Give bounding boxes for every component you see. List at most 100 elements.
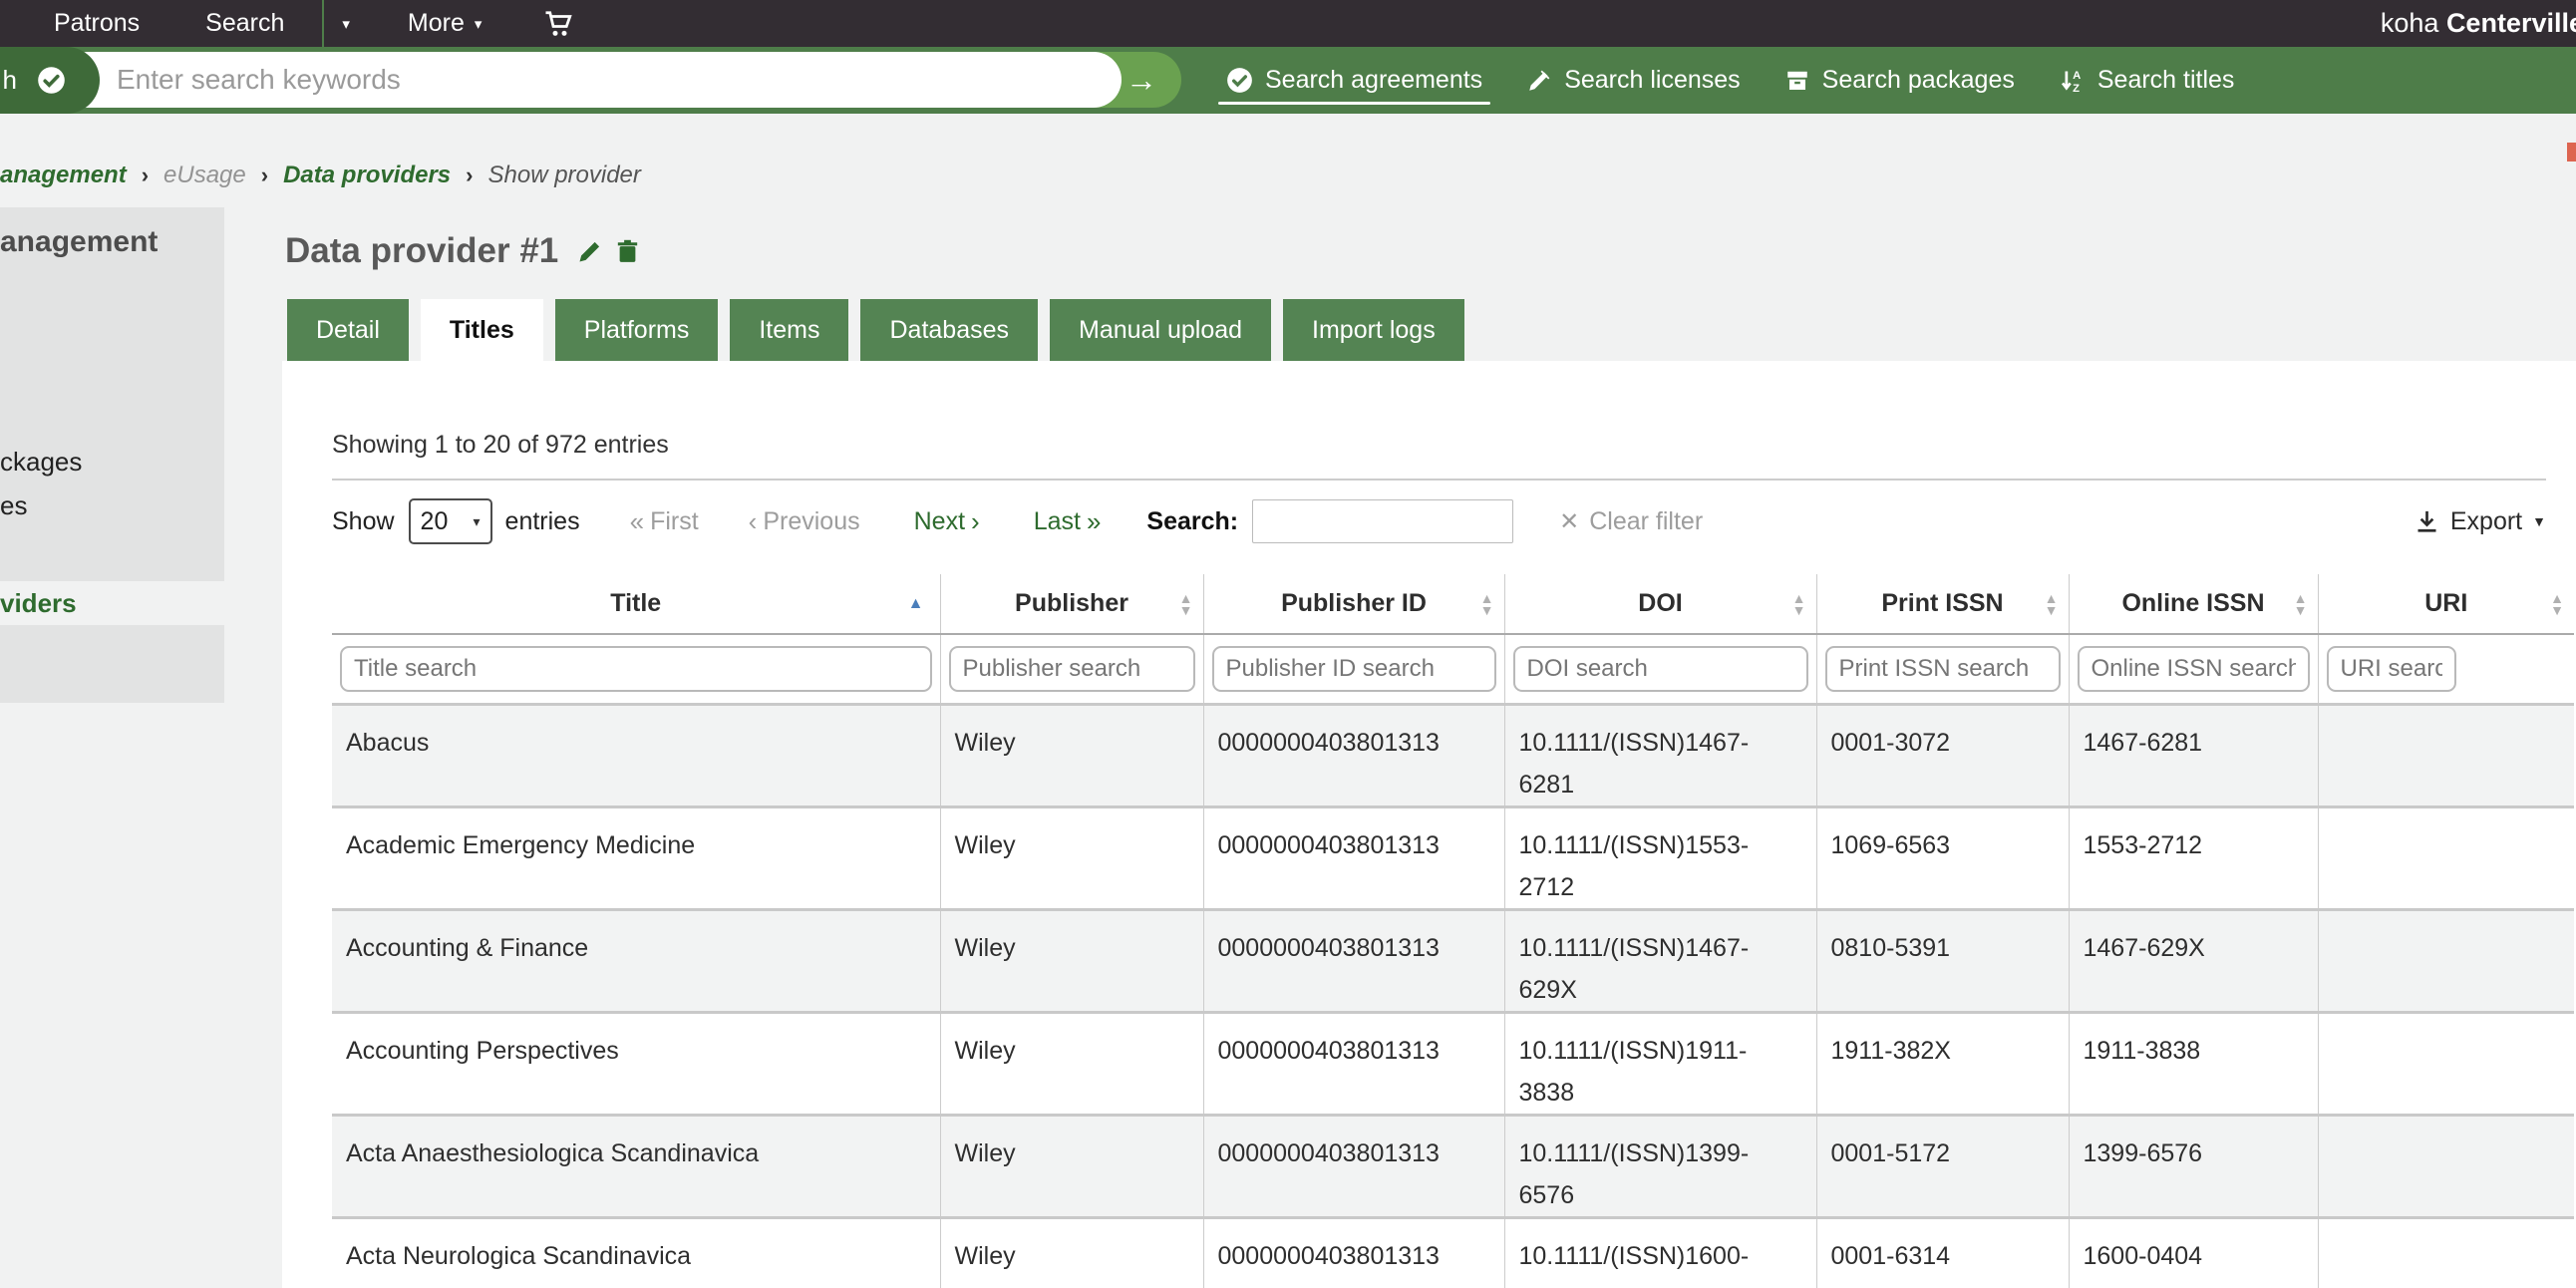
column-header-print-issn[interactable]: Print ISSN ▲ ▼ bbox=[1816, 574, 2070, 635]
tab-platforms[interactable]: Platforms bbox=[554, 299, 719, 361]
cell-publisher: Wiley bbox=[940, 1010, 1204, 1115]
cell-publisher-id: 0000000403801313 bbox=[1203, 1010, 1505, 1115]
sidebar-item-titles[interactable]: es bbox=[0, 490, 27, 521]
topbar-divider bbox=[322, 0, 325, 47]
provider-tabs: Detail Titles Platforms Items Databases … bbox=[287, 299, 1464, 361]
search-keywords-input[interactable] bbox=[60, 52, 1122, 108]
column-header-publisher[interactable]: Publisher ▲ ▼ bbox=[940, 574, 1204, 635]
show-label: Show bbox=[332, 506, 395, 535]
publisher-id-filter-input[interactable] bbox=[1211, 645, 1496, 692]
pager-last-button[interactable]: Last » bbox=[1034, 506, 1102, 537]
titles-table: Title ▲ Publisher ▲ ▼ Publisher ID ▲ ▼ DOI… bbox=[332, 574, 2574, 1288]
caret-down-icon: ▼ bbox=[2532, 513, 2546, 529]
pager-next-button[interactable]: Next › bbox=[914, 506, 980, 537]
mode-label: Search titles bbox=[2096, 66, 2235, 94]
cell-online-issn: 1553-2712 bbox=[2069, 805, 2319, 909]
breadcrumb-item-management[interactable]: anagement bbox=[0, 161, 127, 189]
table-controls: Show 20 ▾ entries « First ‹ Previous Nex… bbox=[332, 496, 2546, 546]
export-button[interactable]: Export ▼ bbox=[2414, 507, 2546, 536]
pager-first-button[interactable]: « First bbox=[630, 506, 699, 537]
tab-import-logs[interactable]: Import logs bbox=[1283, 299, 1464, 361]
column-header-uri[interactable]: URI ▲ ▼ bbox=[2318, 574, 2574, 635]
table-row: Abacus Wiley 0000000403801313 10.1111/(ISSN… bbox=[332, 702, 2574, 806]
table-row: Acta Anaesthesiologica Scandinavica Wiley… bbox=[332, 1113, 2574, 1217]
cell-title: Abacus bbox=[332, 702, 941, 806]
tab-titles[interactable]: Titles bbox=[420, 299, 543, 361]
download-icon bbox=[2417, 510, 2436, 532]
title-filter-input[interactable] bbox=[340, 645, 932, 692]
page-title: Data provider #1 bbox=[285, 231, 559, 270]
search-mode-switcher: Search agreements Search licenses Search… bbox=[1217, 47, 2235, 114]
sidebar-item-packages[interactable]: ckages bbox=[0, 447, 82, 478]
cell-uri bbox=[2318, 907, 2574, 1012]
edit-pencil-icon[interactable] bbox=[576, 237, 604, 265]
print-issn-filter-input[interactable] bbox=[1824, 645, 2061, 692]
cell-publisher-id: 0000000403801313 bbox=[1203, 1215, 1505, 1288]
divider bbox=[332, 479, 2546, 481]
topbar-item-patrons[interactable]: Patrons bbox=[54, 9, 140, 38]
cart-icon[interactable] bbox=[543, 9, 573, 39]
clear-x-icon: ✕ bbox=[1559, 507, 1580, 535]
cell-title: Accounting Perspectives bbox=[332, 1010, 941, 1115]
uri-filter-input[interactable] bbox=[2326, 645, 2456, 692]
search-mode-licenses[interactable]: Search licenses bbox=[1526, 47, 1741, 114]
cell-uri bbox=[2318, 805, 2574, 909]
clear-filter-button[interactable]: ✕ Clear filter bbox=[1559, 507, 1703, 536]
topbar-item-more[interactable]: More ▾ bbox=[408, 9, 483, 38]
column-header-online-issn[interactable]: Online ISSN ▲ ▼ bbox=[2069, 574, 2319, 635]
arrow-right-icon: → bbox=[1126, 61, 1157, 98]
topbar-item-search[interactable]: Search bbox=[205, 9, 284, 38]
sidebar-item-data-providers[interactable]: viders bbox=[0, 588, 77, 619]
sidebar-heading[interactable]: anagement bbox=[0, 225, 158, 259]
online-issn-filter-input[interactable] bbox=[2077, 645, 2310, 692]
cell-doi: 10.1111/(ISSN)1600-0404 bbox=[1504, 1215, 1817, 1288]
check-circle-icon bbox=[38, 67, 65, 94]
column-header-doi[interactable]: DOI ▲ ▼ bbox=[1504, 574, 1817, 635]
table-search-input[interactable] bbox=[1252, 499, 1514, 543]
cell-online-issn: 1911-3838 bbox=[2069, 1010, 2319, 1115]
publisher-filter-input[interactable] bbox=[948, 645, 1195, 692]
content-card: Showing 1 to 20 of 972 entries Show 20 ▾… bbox=[282, 361, 2576, 1288]
delete-trash-icon[interactable] bbox=[614, 238, 641, 265]
column-label: URI bbox=[2424, 589, 2468, 617]
column-label: Online ISSN bbox=[2121, 589, 2265, 617]
tab-items[interactable]: Items bbox=[730, 299, 849, 361]
svg-text:Z: Z bbox=[2073, 83, 2080, 94]
column-header-publisher-id[interactable]: Publisher ID ▲ ▼ bbox=[1203, 574, 1505, 635]
search-mode-packages[interactable]: Search packages bbox=[1784, 47, 2015, 114]
cell-publisher-id: 0000000403801313 bbox=[1203, 702, 1505, 806]
table-row: Accounting & Finance Wiley 000000040380131… bbox=[332, 907, 2574, 1012]
cell-doi: 10.1111/(ISSN)1553-2712 bbox=[1504, 805, 1817, 909]
chevron-left-icon: ‹ bbox=[748, 505, 758, 536]
column-header-title[interactable]: Title ▲ bbox=[332, 574, 941, 635]
table-row: Accounting Perspectives Wiley 000000040380… bbox=[332, 1010, 2574, 1115]
cell-doi: 10.1111/(ISSN)1467-629X bbox=[1504, 907, 1817, 1012]
tab-databases[interactable]: Databases bbox=[860, 299, 1039, 361]
brand-regular: koha bbox=[2380, 8, 2439, 38]
table-filter-row bbox=[332, 634, 2574, 704]
sort-both-icon: ▲ ▼ bbox=[2550, 589, 2564, 618]
column-label: Publisher bbox=[1015, 589, 1128, 617]
active-search-type-pill[interactable]: h bbox=[0, 47, 100, 114]
breadcrumb-item-data-providers[interactable]: Data providers bbox=[283, 161, 451, 189]
cell-publisher: Wiley bbox=[940, 907, 1204, 1012]
search-dropdown-caret-icon[interactable]: ▾ bbox=[342, 15, 350, 33]
cell-publisher: Wiley bbox=[940, 1113, 1204, 1217]
search-mode-agreements[interactable]: Search agreements bbox=[1217, 47, 1491, 114]
pager-label: Previous bbox=[763, 506, 860, 535]
page-size-select[interactable]: 20 ▾ bbox=[408, 498, 492, 544]
sidebar-menu-block bbox=[0, 625, 224, 703]
cell-title: Acta Anaesthesiologica Scandinavica bbox=[332, 1113, 941, 1217]
table-row: Academic Emergency Medicine Wiley 00000004… bbox=[332, 805, 2574, 909]
tab-detail[interactable]: Detail bbox=[287, 299, 409, 361]
doi-filter-input[interactable] bbox=[1512, 645, 1808, 692]
breadcrumb: anagement › eUsage › Data providers › Sh… bbox=[0, 161, 641, 189]
check-circle-icon bbox=[1227, 68, 1252, 93]
table-header-row: Title ▲ Publisher ▲ ▼ Publisher ID ▲ ▼ DOI… bbox=[332, 574, 2574, 635]
tab-manual-upload[interactable]: Manual upload bbox=[1050, 299, 1272, 361]
search-mode-titles[interactable]: A Z Search titles bbox=[2059, 47, 2235, 114]
pager-previous-button[interactable]: ‹ Previous bbox=[749, 506, 860, 537]
cell-doi: 10.1111/(ISSN)1399-6576 bbox=[1504, 1113, 1817, 1217]
chevron-down-icon: ▾ bbox=[474, 15, 483, 33]
svg-text:A: A bbox=[2073, 70, 2081, 82]
